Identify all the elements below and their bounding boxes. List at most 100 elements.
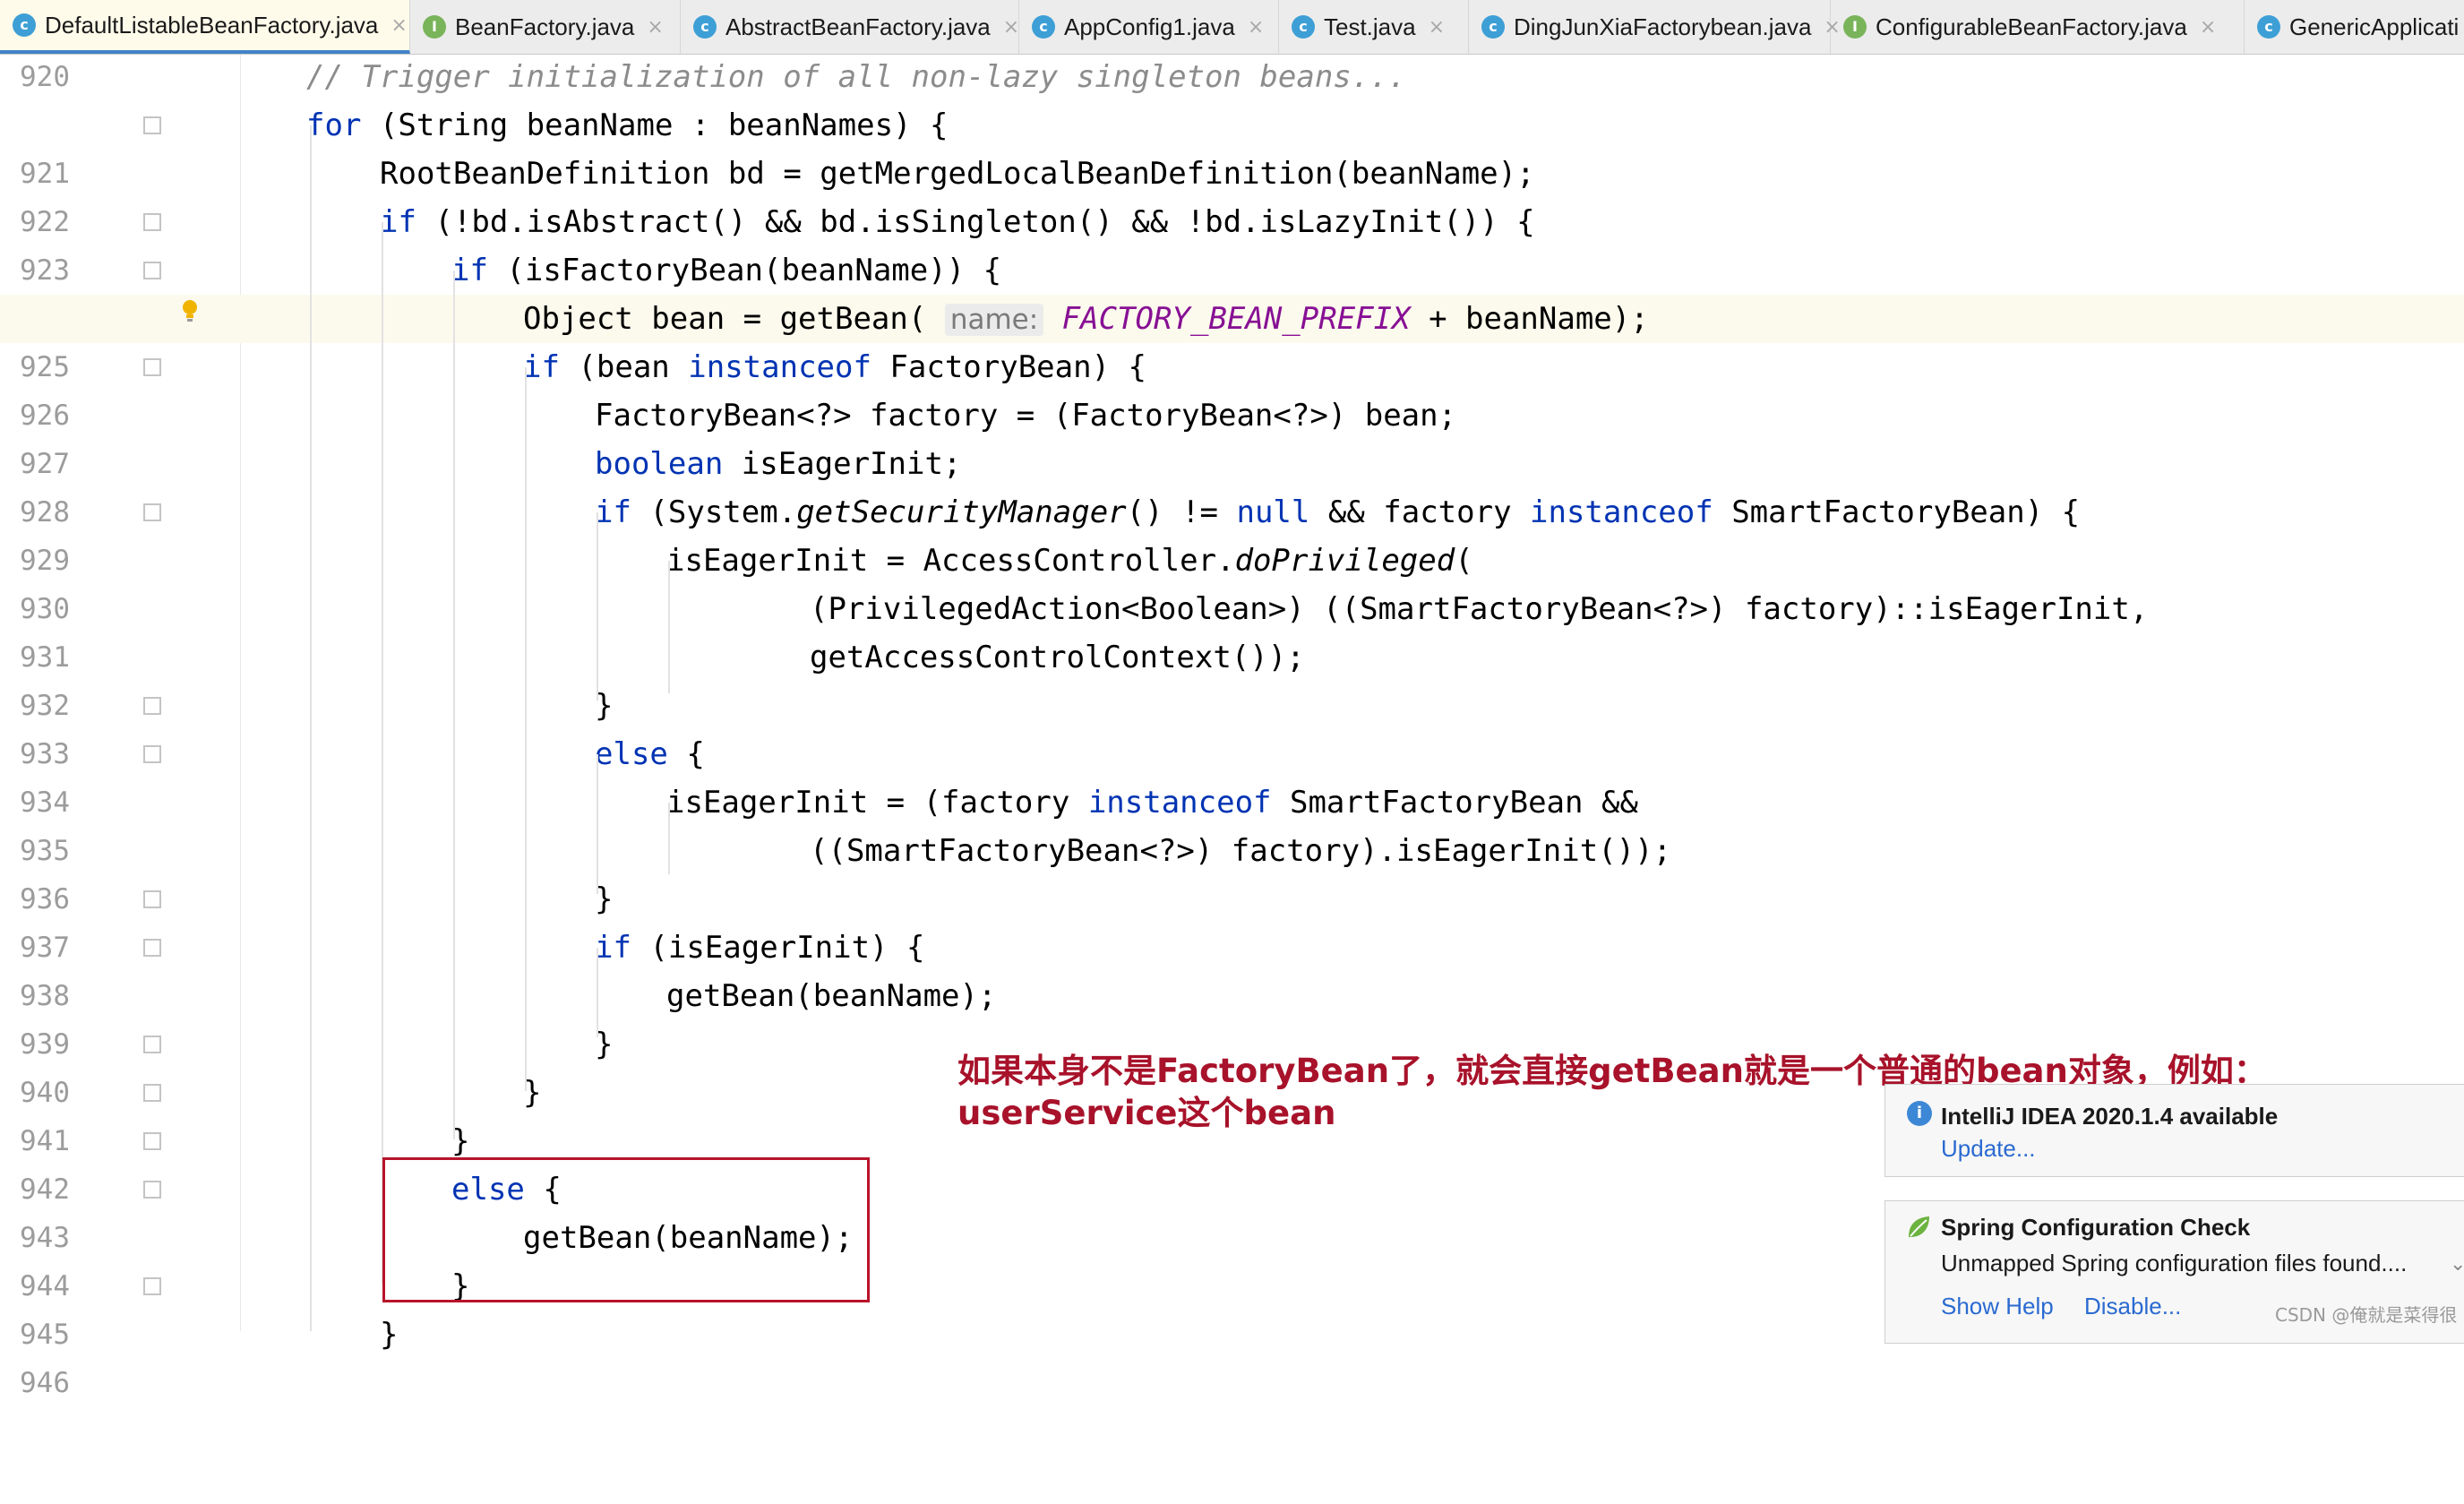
fold-marker-icon[interactable] [143,1084,161,1102]
tab-genericapplication[interactable]: c GenericApplicati [2245,0,2464,54]
parameter-hint: name: [944,304,1044,336]
code-line[interactable]: 938 if (isEagerInit) { [0,924,2464,1012]
fold-marker-icon[interactable] [143,358,161,376]
tab-label: BeanFactory.java [455,13,635,40]
code-text: else { [595,736,705,772]
interface-icon: I [1843,15,1867,39]
code-text: for (String beanName : beanNames) { [306,107,949,143]
tab-abstractbeanfactory[interactable]: c AbstractBeanFactory.java × [681,0,1019,54]
class-icon: c [1292,15,1315,39]
notification-body: Unmapped Spring configuration files foun… [1941,1250,2408,1276]
tab-appconfig1[interactable]: c AppConfig1.java × [1019,0,1279,54]
code-line[interactable]: 920 // Trigger initialization of all non… [0,53,2464,101]
code-text: getBean(beanName); [666,978,997,1014]
tab-label: DingJunXiaFactorybean.java [1514,13,1812,40]
indent-guide [310,125,312,1331]
chevron-down-icon[interactable]: ⌄ [2450,1253,2464,1276]
close-icon[interactable]: × [647,16,663,39]
tab-beanfactory[interactable]: I BeanFactory.java × [410,0,681,54]
update-notification[interactable]: i IntelliJ IDEA 2020.1.4 available Updat… [1884,1084,2464,1177]
code-line[interactable]: 923 if (!bd.isAbstract() && bd.isSinglet… [0,198,2464,287]
code-text: ((SmartFactoryBean<?>) factory).isEagerI… [810,833,1672,869]
update-link[interactable]: Update... [1941,1135,2036,1163]
fold-marker-icon[interactable] [143,116,161,134]
code-text: if (System.getSecurityManager() != null … [595,494,2081,530]
code-line[interactable]: 937 } [0,875,2464,964]
highlight-box [382,1157,870,1302]
fold-marker-icon[interactable] [143,1181,161,1199]
tab-dingjunxiafactorybean[interactable]: c DingJunXiaFactorybean.java × [1469,0,1841,54]
code-line[interactable]: 922 RootBeanDefinition bd = getMergedLoc… [0,150,2464,238]
code-line[interactable]: 929 if (System.getSecurityManager() != n… [0,488,2464,577]
class-icon: c [13,13,36,37]
code-line[interactable]: 931 (PrivilegedAction<Boolean>) ((SmartF… [0,585,2464,674]
tab-test[interactable]: c Test.java × [1279,0,1469,54]
indent-guide [668,561,670,693]
code-text: FactoryBean<?> factory = (FactoryBean<?>… [595,398,1457,434]
lightbulb-icon[interactable] [181,299,199,322]
code-line[interactable]: 934 else { [0,730,2464,819]
indent-guide [597,754,598,894]
code-comment: // Trigger initialization of all non-laz… [306,59,1407,95]
code-text: RootBeanDefinition bd = getMergedLocalBe… [380,156,1535,192]
disable-link[interactable]: Disable... [2084,1293,2181,1320]
code-text: if (isEagerInit) { [595,930,925,966]
fold-marker-icon[interactable] [143,890,161,908]
class-icon: c [2257,15,2280,39]
line-number: 920 [20,61,70,93]
fold-marker-icon[interactable] [143,1277,161,1295]
code-line[interactable]: 932 getAccessControlContext()); [0,633,2464,722]
code-text: } [380,1317,399,1353]
editor-tab-bar: c DefaultListableBeanFactory.java × I Be… [0,0,2464,55]
indent-guide [382,222,383,1284]
code-text: boolean isEagerInit; [595,446,962,482]
close-icon[interactable]: × [1429,16,1445,39]
code-line-current[interactable]: 925 Object bean = getBean( name: FACTORY… [0,295,2464,383]
fold-marker-icon[interactable] [143,1132,161,1150]
class-icon: c [1032,15,1055,39]
indent-guide [597,948,598,1037]
close-icon[interactable]: × [1248,16,1264,39]
watermark: CSDN @俺就是菜得很 [2275,1304,2458,1326]
class-icon: c [693,15,717,39]
close-icon[interactable]: × [391,14,407,37]
fold-marker-icon[interactable] [143,1036,161,1053]
code-line[interactable]: 930 isEagerInit = AccessController.doPri… [0,537,2464,625]
fold-marker-icon[interactable] [143,745,161,763]
code-line[interactable]: 936 ((SmartFactoryBean<?>) factory).isEa… [0,827,2464,915]
interface-icon: I [423,15,446,39]
close-icon[interactable]: × [2200,16,2216,39]
indent-guide [597,512,598,700]
tab-label: AppConfig1.java [1064,13,1235,40]
fold-marker-icon[interactable] [143,503,161,521]
code-text: if (!bd.isAbstract() && bd.isSingleton()… [380,204,1535,240]
tab-defaultlistablebeanfactory[interactable]: c DefaultListableBeanFactory.java × [0,0,410,54]
show-help-link[interactable]: Show Help [1941,1293,2054,1320]
code-line[interactable]: 933 } [0,682,2464,770]
line-number: 946 [20,1367,70,1399]
class-icon: c [1481,15,1505,39]
fold-marker-icon[interactable] [143,939,161,957]
code-text: Object bean = getBean( name: FACTORY_BEA… [523,301,1649,337]
code-line[interactable]: 939 getBean(beanName); [0,972,2464,1061]
indent-guide [668,803,670,874]
tab-configurablebeanfactory[interactable]: I ConfigurableBeanFactory.java × [1831,0,2245,54]
code-line[interactable]: 927 FactoryBean<?> factory = (FactoryBea… [0,391,2464,480]
tab-label: ConfigurableBeanFactory.java [1876,13,2187,40]
code-line[interactable]: 924 if (isFactoryBean(beanName)) { [0,246,2464,335]
code-line[interactable]: 926 if (bean instanceof FactoryBean) { [0,343,2464,432]
tab-label: DefaultListableBeanFactory.java [45,11,379,39]
notification-title: Spring Configuration Check [1941,1214,2251,1241]
code-line[interactable]: 935 isEagerInit = (factory instanceof Sm… [0,778,2464,867]
fold-marker-icon[interactable] [143,262,161,279]
tab-label: AbstractBeanFactory.java [725,13,991,40]
indent-guide [525,367,527,1091]
fold-marker-icon[interactable] [143,213,161,231]
fold-marker-icon[interactable] [143,697,161,715]
close-icon[interactable]: × [1003,16,1019,39]
code-text: getAccessControlContext()); [810,640,1305,675]
notification-title: IntelliJ IDEA 2020.1.4 available [1941,1103,2279,1130]
code-line[interactable]: 921 for (String beanName : beanNames) { [0,101,2464,190]
code-text: if (bean instanceof FactoryBean) { [523,349,1146,385]
code-line[interactable]: 928 boolean isEagerInit; [0,440,2464,529]
